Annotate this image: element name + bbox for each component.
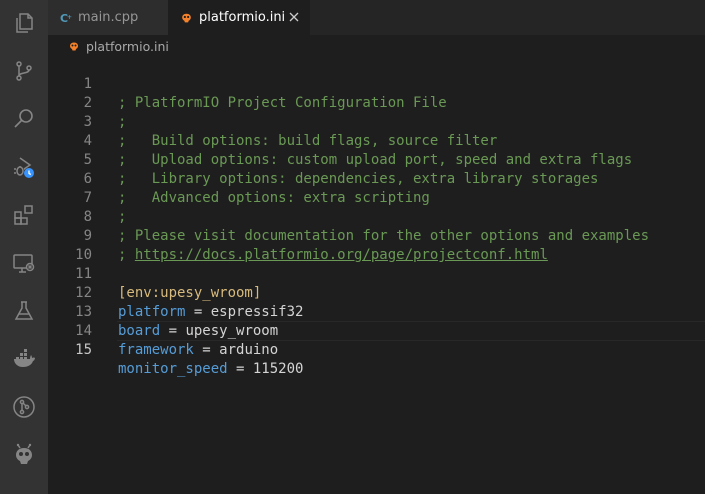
code-line: 8 ; Please visit documentation for the o… — [48, 189, 705, 244]
tab-label: main.cpp — [78, 10, 139, 25]
close-icon[interactable] — [286, 9, 302, 25]
cpp-file-icon: C + — [60, 12, 72, 24]
testing-icon[interactable] — [0, 291, 48, 331]
tab-platformio-ini[interactable]: platformio.ini — [168, 0, 310, 35]
code-line: 2 ; — [48, 75, 705, 130]
activity-bar — [0, 0, 48, 494]
code-line: 4 ; Upload options: custom upload port, … — [48, 113, 705, 168]
code-line: 10 — [48, 227, 705, 263]
remote-explorer-icon[interactable] — [0, 243, 48, 283]
code-line: 14 framework = arduino — [48, 303, 705, 358]
search-icon[interactable] — [0, 99, 48, 139]
explorer-icon[interactable] — [0, 3, 48, 43]
line-number: 15 — [75, 342, 92, 358]
breadcrumb-file[interactable]: platformio.ini — [86, 39, 169, 54]
code-line: 13 board = upesy_wroom — [48, 284, 705, 339]
tab-main-cpp[interactable]: C + main.cpp — [48, 0, 168, 35]
tab-bar: C + main.cpp platformio.ini — [48, 0, 705, 35]
ini-key: framework — [118, 342, 194, 358]
ini-value: 115200 — [252, 361, 304, 377]
git-graph-icon[interactable] — [0, 387, 48, 427]
platformio-icon[interactable] — [0, 435, 48, 475]
platformio-file-icon — [68, 40, 80, 52]
code-line: 7 ; — [48, 170, 705, 225]
code-line: 9 ; https://docs.platformio.org/page/pro… — [48, 208, 705, 263]
breadcrumb: platformio.ini — [48, 35, 705, 57]
code-line: 5 ; Library options: dependencies, extra… — [48, 132, 705, 187]
code-line: 3 ; Build options: build flags, source f… — [48, 94, 705, 149]
run-debug-icon[interactable] — [0, 147, 48, 187]
code-line: 12 platform = espressif32 — [48, 265, 705, 320]
code-line: 6 ; Advanced options: extra scripting — [48, 151, 705, 206]
ini-key: monitor_speed — [118, 361, 228, 377]
ini-value: arduino — [219, 342, 279, 358]
extensions-icon[interactable] — [0, 195, 48, 235]
tab-label: platformio.ini — [199, 10, 286, 25]
svg-text:+: + — [67, 14, 72, 21]
source-control-icon[interactable] — [0, 51, 48, 91]
docker-icon[interactable] — [0, 339, 48, 379]
code-line: 1 ; PlatformIO Project Configuration Fil… — [48, 56, 705, 111]
code-line: 11 [env:upesy_wroom] — [48, 246, 705, 301]
code-editor[interactable]: 1 ; PlatformIO Project Configuration Fil… — [48, 56, 705, 494]
platformio-file-icon — [180, 11, 193, 24]
code-line: 15 monitor_speed = 115200 — [48, 322, 705, 377]
